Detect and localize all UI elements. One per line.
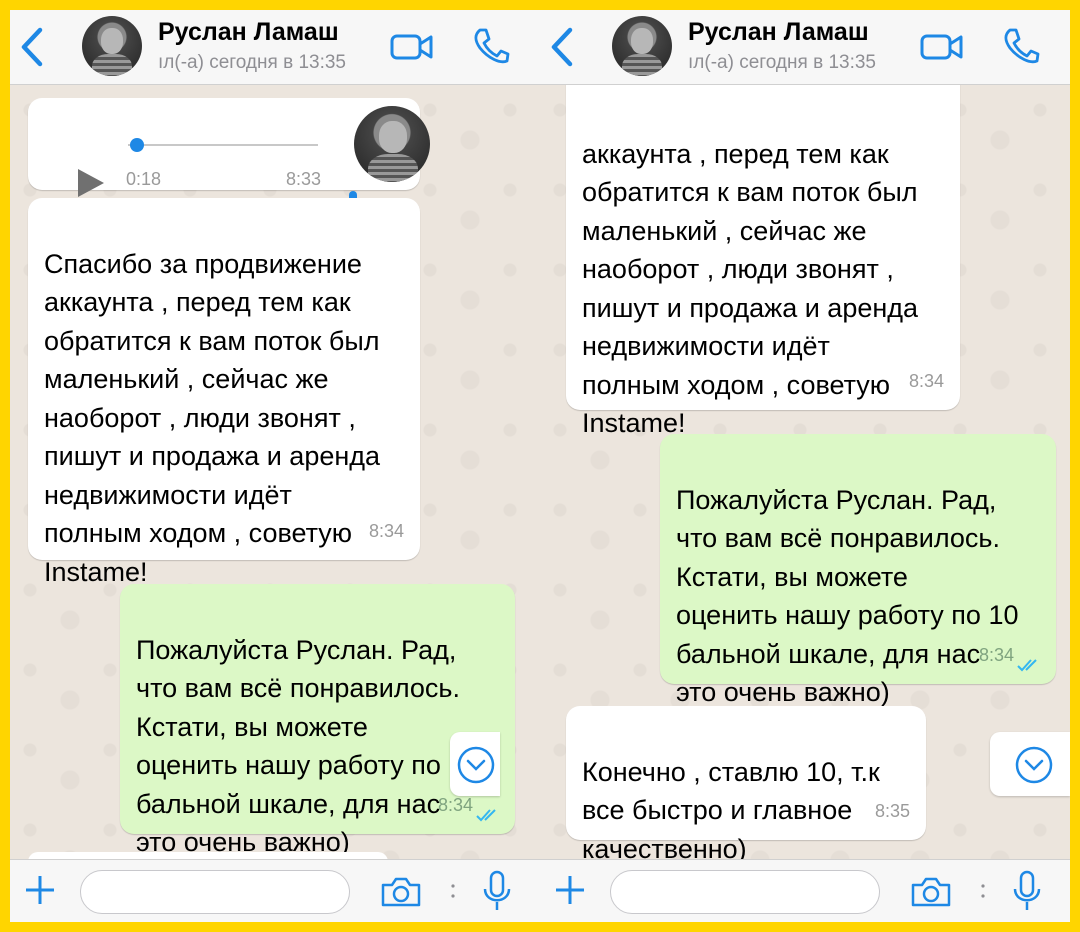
chat-header: Руслан Ламаш ıл(-а) сегодня в 13:35 [540,10,1070,85]
video-call-button[interactable] [920,32,964,67]
video-call-button[interactable] [390,32,434,67]
message-text: Пожалуйста Руслан. Рад, что вам всё понр… [136,634,478,858]
camera-icon[interactable] [380,876,422,908]
back-chevron-icon [551,27,573,67]
message-text: Спасибо за продвижение аккаунта , перед … [44,248,381,587]
back-button[interactable] [14,22,54,72]
message-text: аккаунта , перед тем как обратится к вам… [582,138,919,439]
message-time: 8:34 [368,520,404,541]
camera-icon[interactable] [910,876,952,908]
audio-call-button[interactable] [470,26,510,71]
chat-pane-left: Руслан Ламаш ıл(-а) сегодня в 13:35 0:18… [10,10,540,922]
outgoing-message[interactable]: Пожалуйста Руслан. Рад, что вам всё понр… [660,434,1056,707]
mic-icon[interactable] [482,870,512,912]
message-text: Пожалуйста Руслан. Рад, что вам всё понр… [676,484,1019,708]
video-call-icon [920,34,963,60]
phone-icon [474,28,510,64]
more-dots-icon [451,884,455,898]
contact-name[interactable]: Руслан Ламаш [688,18,869,47]
voice-duration: 0:18 [126,169,162,189]
scroll-down-button[interactable] [450,732,500,796]
mic-icon[interactable] [1012,870,1042,912]
incoming-message[interactable]: Спасибо за продвижение аккаунта , перед … [28,198,420,587]
chevron-down-icon [457,746,495,784]
message-time: 8:34 [908,370,944,391]
read-ticks-icon [476,809,496,822]
incoming-message[interactable]: аккаунта , перед тем как обратится к вам… [566,50,960,438]
scroll-down-button[interactable] [990,732,1070,796]
input-bar [10,859,540,922]
contact-status: ıл(-а) сегодня в 13:35 [688,52,876,73]
message-time: 8:35 [874,800,910,821]
play-icon [78,168,104,197]
back-chevron-icon [21,27,43,67]
contact-name[interactable]: Руслан Ламаш [158,18,339,47]
contact-status: ıл(-а) сегодня в 13:35 [158,52,346,73]
voice-message-bubble[interactable]: 0:18 8:33 [28,98,430,217]
contact-avatar[interactable] [612,16,672,76]
message-input[interactable] [80,870,350,914]
phone-icon [1004,28,1040,64]
plus-icon[interactable] [552,872,588,908]
sender-avatar [354,106,430,182]
chat-pane-right: Руслан Ламаш ıл(-а) сегодня в 13:35 акка… [540,10,1070,922]
voice-progress-track[interactable] [128,144,318,146]
voice-time: 8:33 [286,169,322,189]
message-time: 8:34 [978,644,1014,665]
chat-header: Руслан Ламаш ıл(-а) сегодня в 13:35 [10,10,540,85]
audio-call-button[interactable] [1000,26,1040,71]
voice-play-button[interactable] [76,128,106,209]
read-ticks-icon [1017,659,1037,672]
incoming-message[interactable]: Конечно , ставлю 10, т.к все быстро и гл… [566,706,926,864]
video-call-icon [390,34,433,60]
message-input[interactable] [610,870,880,914]
back-button[interactable] [544,22,584,72]
more-dots-icon [981,884,985,898]
contact-avatar[interactable] [82,16,142,76]
chevron-down-icon [1015,746,1053,784]
plus-icon[interactable] [22,872,58,908]
voice-progress-knob[interactable] [129,138,144,152]
input-bar [540,859,1070,922]
outgoing-message[interactable]: Пожалуйста Руслан. Рад, что вам всё понр… [120,584,515,857]
